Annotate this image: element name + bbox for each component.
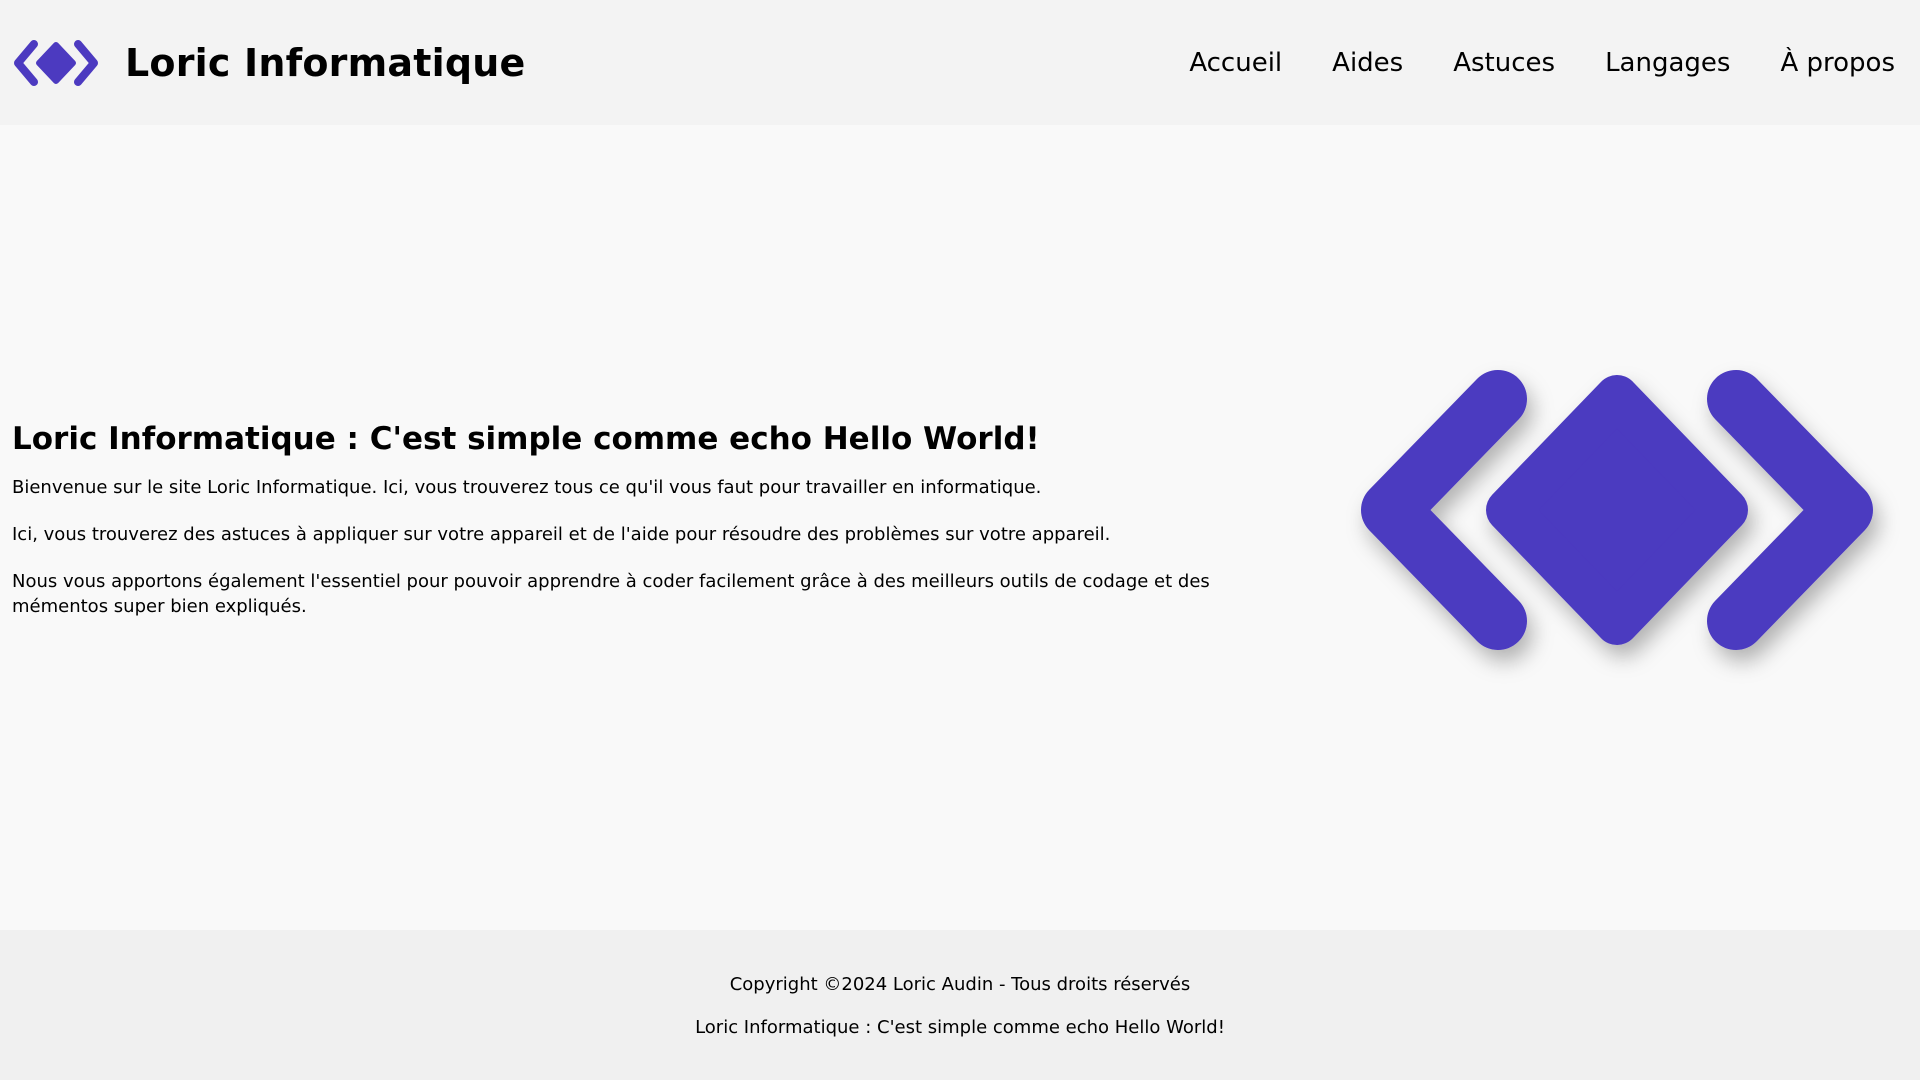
site-header: Loric Informatique Accueil Aides Astuces… bbox=[0, 0, 1920, 125]
hero-title: Loric Informatique : C'est simple comme … bbox=[12, 421, 1040, 457]
site-footer: Copyright ©2024 Loric Audin - Tous droit… bbox=[0, 930, 1920, 1080]
nav-astuces[interactable]: Astuces bbox=[1453, 48, 1555, 78]
hero-paragraph-tips: Ici, vous trouverez des astuces à appliq… bbox=[12, 524, 1111, 545]
main-content: Loric Informatique : C'est simple comme … bbox=[0, 125, 1920, 930]
nav-accueil[interactable]: Accueil bbox=[1189, 48, 1282, 78]
hero-section: Loric Informatique : C'est simple comme … bbox=[12, 421, 1267, 641]
main-nav: Accueil Aides Astuces Langages À propos bbox=[1189, 48, 1895, 78]
hero-paragraph-learn: Nous vous apportons également l'essentie… bbox=[12, 571, 1210, 617]
nav-aides[interactable]: Aides bbox=[1332, 48, 1403, 78]
loric-logo-large-icon bbox=[1361, 370, 1873, 650]
page: Loric Informatique Accueil Aides Astuces… bbox=[0, 0, 1920, 1080]
nav-a-propos[interactable]: À propos bbox=[1780, 48, 1895, 78]
footer-copyright: Copyright ©2024 Loric Audin - Tous droit… bbox=[729, 974, 1191, 995]
brand-name: Loric Informatique bbox=[125, 40, 526, 85]
footer-tagline: Loric Informatique : C'est simple comme … bbox=[695, 1017, 1225, 1038]
nav-langages[interactable]: Langages bbox=[1605, 48, 1730, 78]
brand-link[interactable]: Loric Informatique bbox=[14, 36, 525, 90]
hero-paragraph-welcome: Bienvenue sur le site Loric Informatique… bbox=[12, 477, 1042, 498]
loric-logo-icon bbox=[14, 39, 98, 86]
